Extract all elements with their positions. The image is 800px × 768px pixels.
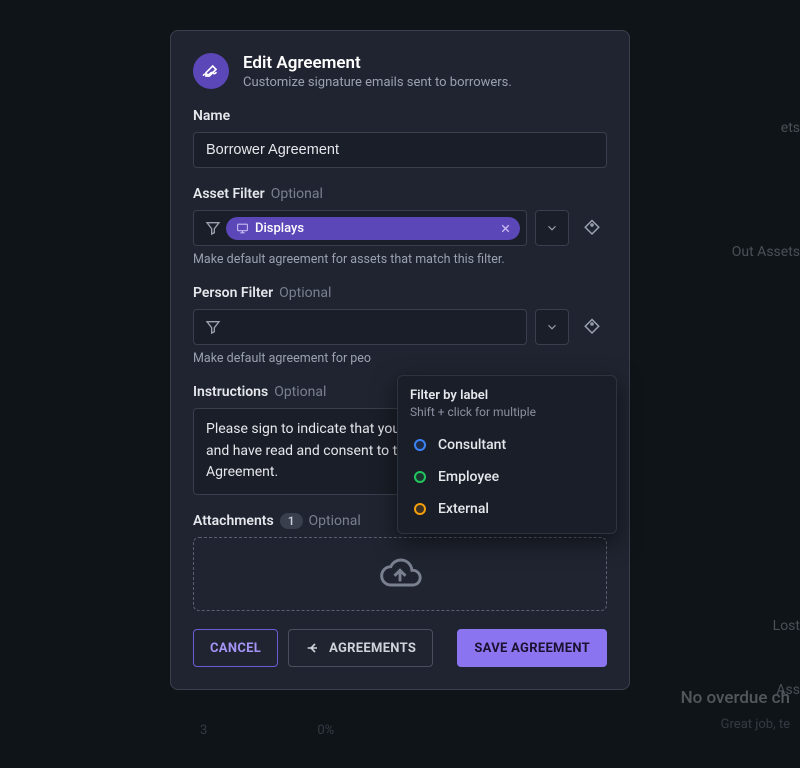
modal-title: Edit Agreement — [243, 53, 512, 73]
bg-overdue-sub: Great job, te — [721, 717, 790, 732]
chip-label: Displays — [255, 221, 493, 236]
modal-header: Edit Agreement Customize signature email… — [193, 53, 607, 90]
cancel-label: CANCEL — [210, 641, 261, 656]
edit-agreement-modal: Edit Agreement Customize signature email… — [170, 30, 630, 690]
agreements-button[interactable]: AGREEMENTS — [288, 629, 433, 667]
person-filter-hint: Make default agreement for peo — [193, 351, 607, 366]
field-asset-filter: Asset Filter Optional Displays — [193, 186, 607, 267]
label-text: Employee — [438, 469, 499, 485]
optional-text: Optional — [271, 186, 323, 202]
chevron-down-icon — [545, 320, 559, 334]
bg-item: ets — [781, 120, 800, 136]
popover-hint: Shift + click for multiple — [410, 405, 604, 419]
save-label: SAVE AGREEMENT — [474, 641, 590, 656]
optional-text: Optional — [274, 384, 326, 400]
name-label: Name — [193, 108, 607, 124]
bg-item: Lost — [773, 618, 800, 634]
arrow-left-icon — [305, 640, 321, 656]
asset-filter-label: Asset Filter — [193, 186, 265, 202]
asset-filter-input[interactable]: Displays — [193, 210, 527, 246]
attachments-label: Attachments — [193, 513, 274, 529]
tag-icon — [583, 318, 601, 336]
filter-chip-displays[interactable]: Displays — [226, 217, 520, 240]
tag-button[interactable] — [577, 309, 607, 345]
label-text: External — [438, 501, 489, 517]
person-filter-label: Person Filter — [193, 285, 273, 301]
bg-overdue-title: No overdue ch — [681, 688, 790, 708]
popover-title: Filter by label — [410, 388, 604, 403]
name-input[interactable] — [193, 132, 607, 168]
instructions-label: Instructions — [193, 384, 268, 400]
funnel-icon — [200, 319, 226, 335]
label-option-consultant[interactable]: Consultant — [410, 429, 604, 461]
field-name: Name — [193, 108, 607, 168]
field-person-filter: Person Filter Optional Make default agre… — [193, 285, 607, 366]
label-dot-icon — [414, 439, 426, 451]
bg-item: Out Assets — [732, 244, 800, 260]
cancel-button[interactable]: CANCEL — [193, 629, 278, 667]
bg-stat: 0% — [317, 723, 334, 738]
modal-footer: CANCEL AGREEMENTS SAVE AGREEMENT — [193, 629, 607, 667]
asset-filter-dropdown-button[interactable] — [535, 210, 569, 246]
chip-remove-icon[interactable] — [499, 222, 512, 235]
signature-icon — [193, 53, 229, 89]
monitor-icon — [236, 222, 249, 235]
label-option-external[interactable]: External — [410, 493, 604, 525]
label-option-employee[interactable]: Employee — [410, 461, 604, 493]
filter-by-label-popover: Filter by label Shift + click for multip… — [397, 375, 617, 534]
funnel-icon — [200, 220, 226, 236]
agreements-label: AGREEMENTS — [329, 641, 416, 656]
asset-filter-hint: Make default agreement for assets that m… — [193, 252, 607, 267]
label-dot-icon — [414, 503, 426, 515]
attachments-count: 1 — [280, 513, 303, 529]
optional-text: Optional — [279, 285, 331, 301]
save-agreement-button[interactable]: SAVE AGREEMENT — [457, 629, 607, 667]
tag-icon — [583, 219, 601, 237]
person-filter-dropdown-button[interactable] — [535, 309, 569, 345]
tag-button[interactable] — [577, 210, 607, 246]
bg-stat: 3 — [200, 723, 207, 738]
label-list: Consultant Employee External — [410, 429, 604, 525]
optional-text: Optional — [309, 513, 361, 529]
chevron-down-icon — [545, 221, 559, 235]
label-dot-icon — [414, 471, 426, 483]
person-filter-input[interactable] — [193, 309, 527, 345]
attachments-dropzone[interactable] — [193, 537, 607, 611]
label-text: Consultant — [438, 437, 506, 453]
upload-cloud-icon — [378, 552, 422, 596]
modal-subtitle: Customize signature emails sent to borro… — [243, 75, 512, 90]
